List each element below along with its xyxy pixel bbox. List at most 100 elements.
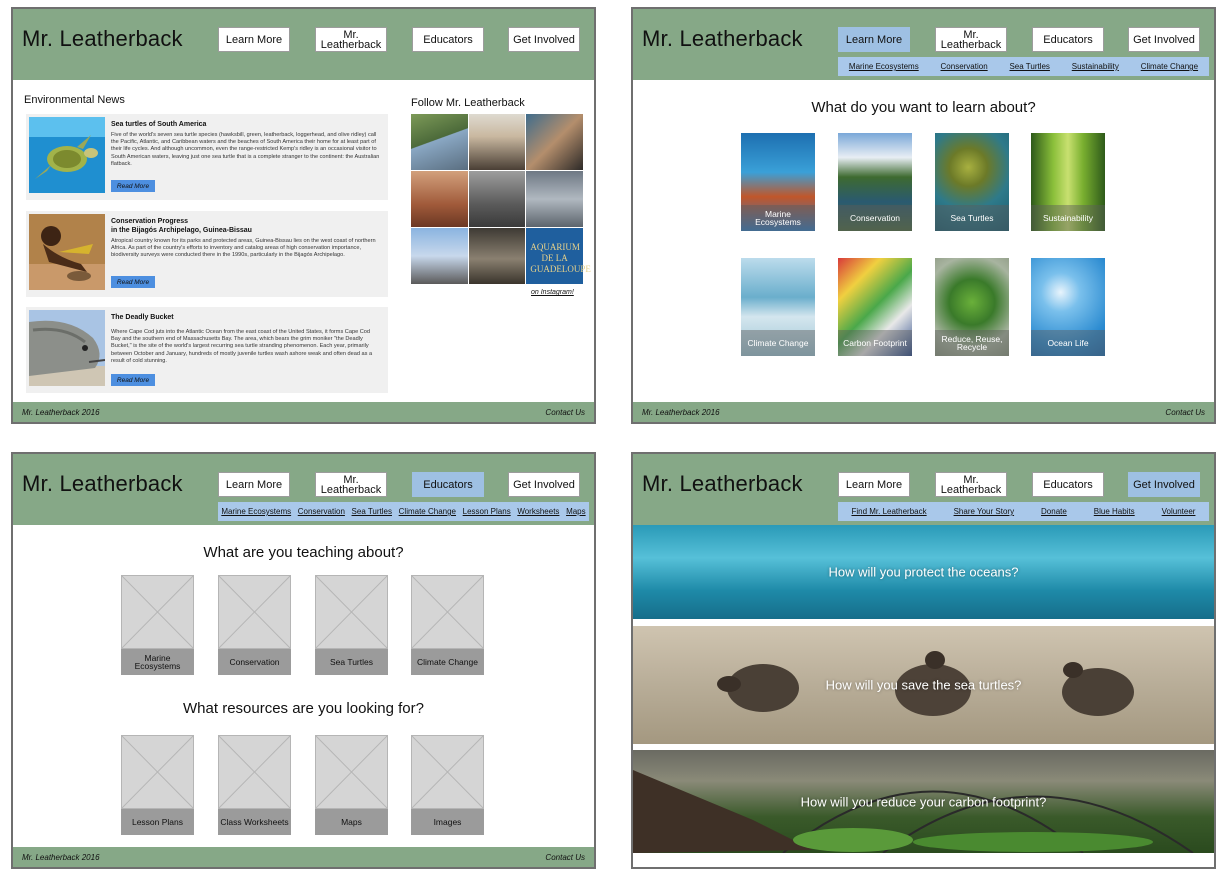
topic-label: Marine Ecosystems: [741, 205, 815, 231]
topic-reduce-reuse-recycle[interactable]: Reduce, Reuse, Recycle: [935, 258, 1009, 356]
resource-lesson-plans[interactable]: Lesson Plans: [121, 735, 194, 835]
teaching-topic-marine-ecosystems[interactable]: Marine Ecosystems: [121, 575, 194, 675]
resource-class-worksheets[interactable]: Class Worksheets: [218, 735, 291, 835]
instagram-photo[interactable]: [411, 171, 468, 227]
topic-label: Sea Turtles: [315, 649, 388, 675]
nav-get-involved[interactable]: Get Involved: [508, 472, 580, 497]
topic-label: Sustainability: [1031, 205, 1105, 231]
topic-ocean-life[interactable]: Ocean Life: [1031, 258, 1105, 356]
instagram-photo[interactable]: [468, 114, 526, 170]
instagram-photo[interactable]: [411, 228, 468, 284]
image-placeholder-icon: [218, 735, 291, 809]
nav-learn-more[interactable]: Learn More: [218, 27, 290, 52]
subnav-find-mr-leatherback[interactable]: Find Mr. Leatherback: [851, 507, 926, 516]
subnav-blue-habits[interactable]: Blue Habits: [1094, 507, 1135, 516]
news-body: Atropical country known for its parks an…: [111, 238, 376, 259]
nav-get-involved[interactable]: Get Involved: [508, 27, 580, 52]
site-logo[interactable]: Mr. Leatherback: [22, 471, 183, 497]
topic-sustainability[interactable]: Sustainability: [1031, 133, 1105, 231]
teaching-topic-sea-turtles[interactable]: Sea Turtles: [315, 575, 388, 675]
resource-label: Lesson Plans: [121, 809, 194, 835]
subnav-climate-change[interactable]: Climate Change: [399, 507, 456, 516]
save-sea-turtles-banner[interactable]: How will you save the sea turtles?: [633, 626, 1214, 744]
child-on-beach-photo: [29, 214, 105, 290]
subnav-worksheets[interactable]: Worksheets: [517, 507, 559, 516]
instagram-photo-sign: AQUARIUM DE LA GUADELOUPE: [530, 242, 591, 274]
site-logo[interactable]: Mr. Leatherback: [642, 26, 803, 52]
site-footer: Mr. Leatherback 2016 Contact Us: [633, 402, 1214, 422]
nav-learn-more[interactable]: Learn More: [218, 472, 290, 497]
resources-heading: What resources are you looking for?: [183, 700, 424, 717]
subnav-conservation[interactable]: Conservation: [298, 507, 345, 516]
teaching-topic-conservation[interactable]: Conservation: [218, 575, 291, 675]
subnav-sea-turtles[interactable]: Sea Turtles: [1009, 62, 1049, 71]
topic-conservation[interactable]: Conservation: [838, 133, 912, 231]
subnav-volunteer[interactable]: Volunteer: [1162, 507, 1196, 516]
news-headline[interactable]: Sea turtles of South America: [111, 120, 381, 129]
subnav-share-your-story[interactable]: Share Your Story: [954, 507, 1014, 516]
nav-get-involved[interactable]: Get Involved: [1128, 27, 1200, 52]
instagram-link[interactable]: on Instagram!: [531, 289, 574, 296]
read-more-button[interactable]: Read More: [111, 374, 155, 386]
subnav-conservation[interactable]: Conservation: [941, 62, 988, 71]
topic-marine-ecosystems[interactable]: Marine Ecosystems: [741, 133, 815, 231]
contact-us-link[interactable]: Contact Us: [545, 408, 585, 417]
nav-educators[interactable]: Educators: [1032, 472, 1104, 497]
instagram-grid[interactable]: AQUARIUM DE LA GUADELOUPE: [411, 114, 591, 284]
protect-oceans-banner[interactable]: How will you protect the oceans?: [633, 525, 1214, 619]
nav-mr-leatherback[interactable]: Mr. Leatherback: [315, 472, 387, 497]
nav-mr-leatherback[interactable]: Mr. Leatherback: [935, 27, 1007, 52]
teaching-topic-climate-change[interactable]: Climate Change: [411, 575, 484, 675]
subnav-climate-change[interactable]: Climate Change: [1141, 62, 1198, 71]
nav-educators[interactable]: Educators: [1032, 27, 1104, 52]
subnav-sea-turtles[interactable]: Sea Turtles: [352, 507, 392, 516]
resource-maps[interactable]: Maps: [315, 735, 388, 835]
resource-images[interactable]: Images: [411, 735, 484, 835]
contact-us-link[interactable]: Contact Us: [1165, 408, 1205, 417]
nav-mr-leatherback[interactable]: Mr. Leatherback: [935, 472, 1007, 497]
instagram-photo[interactable]: [468, 171, 526, 227]
site-logo[interactable]: Mr. Leatherback: [642, 471, 803, 497]
instagram-photo[interactable]: [468, 228, 526, 284]
subnav-lesson-plans[interactable]: Lesson Plans: [463, 507, 511, 516]
news-body: Where Cape Cod juts into the Atlantic Oc…: [111, 329, 373, 364]
nav-mr-leatherback[interactable]: Mr. Leatherback: [315, 27, 387, 52]
footer-copyright: Mr. Leatherback 2016: [22, 408, 100, 417]
nav-learn-more[interactable]: Learn More: [838, 27, 910, 52]
news-headline[interactable]: Conservation Progress in the Bijagós Arch…: [111, 217, 381, 235]
instagram-photo[interactable]: [526, 171, 583, 227]
subnav-marine-ecosystems[interactable]: Marine Ecosystems: [849, 62, 919, 71]
subnav-sustainability[interactable]: Sustainability: [1072, 62, 1119, 71]
sea-turtle-photo: [29, 117, 105, 193]
educators-page-panel: Mr. Leatherback Learn More Mr. Leatherba…: [11, 452, 596, 869]
reduce-carbon-footprint-banner[interactable]: How will you reduce your carbon footprin…: [633, 750, 1214, 853]
image-placeholder-icon: [121, 735, 194, 809]
subnav-maps[interactable]: Maps: [566, 507, 586, 516]
instagram-photo[interactable]: [411, 114, 468, 170]
topic-carbon-footprint[interactable]: Carbon Footprint: [838, 258, 912, 356]
image-placeholder-icon: [315, 575, 388, 649]
nav-learn-more[interactable]: Learn More: [838, 472, 910, 497]
learn-subnav: Marine Ecosystems Conservation Sea Turtl…: [838, 57, 1209, 76]
nav-get-involved[interactable]: Get Involved: [1128, 472, 1200, 497]
read-more-button[interactable]: Read More: [111, 276, 155, 288]
learn-heading: What do you want to learn about?: [811, 99, 1036, 116]
banner-text: How will you save the sea turtles?: [825, 677, 1022, 693]
nav-educators[interactable]: Educators: [412, 472, 484, 497]
site-logo[interactable]: Mr. Leatherback: [22, 26, 183, 52]
topic-label: Sea Turtles: [935, 205, 1009, 231]
instagram-photo[interactable]: [526, 114, 583, 170]
site-header: Mr. Leatherback Learn More Mr. Leatherba…: [13, 9, 594, 80]
news-body: Five of the world's seven sea turtle spe…: [111, 132, 380, 167]
news-section-title: Environmental News: [24, 94, 125, 106]
nav-educators[interactable]: Educators: [412, 27, 484, 52]
subnav-donate[interactable]: Donate: [1041, 507, 1067, 516]
news-headline[interactable]: The Deadly Bucket: [111, 313, 381, 322]
topic-sea-turtles[interactable]: Sea Turtles: [935, 133, 1009, 231]
read-more-button[interactable]: Read More: [111, 180, 155, 192]
topic-climate-change[interactable]: Climate Change: [741, 258, 815, 356]
topic-label: Reduce, Reuse, Recycle: [935, 330, 1009, 356]
instagram-photo[interactable]: AQUARIUM DE LA GUADELOUPE: [526, 228, 591, 284]
contact-us-link[interactable]: Contact Us: [545, 853, 585, 862]
subnav-marine-ecosystems[interactable]: Marine Ecosystems: [221, 507, 291, 516]
